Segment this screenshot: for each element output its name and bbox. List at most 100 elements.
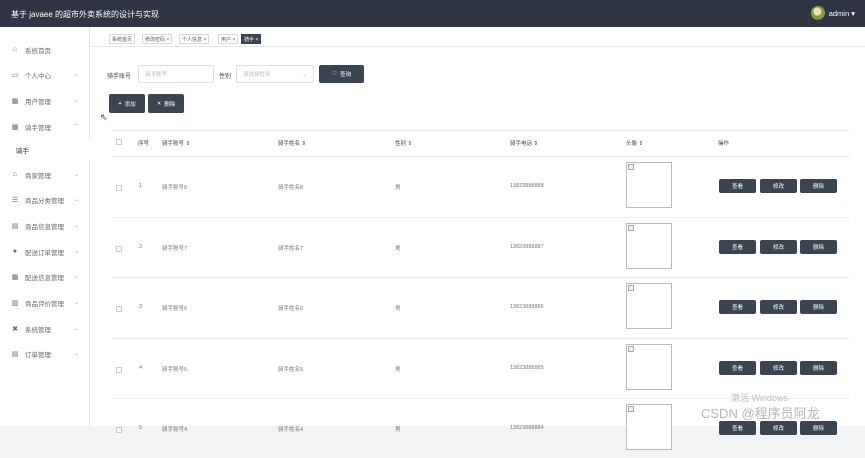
- sidebar-item-1[interactable]: ⌂ 系统首页: [0, 37, 90, 62]
- avatar[interactable]: [810, 6, 825, 20]
- header-avatar[interactable]: 头像 ⇕: [626, 139, 643, 147]
- edit-row-button[interactable]: 修改: [760, 360, 797, 375]
- edit-row-button[interactable]: 修改: [760, 300, 797, 314]
- sidebar-item-label: 用户管理: [25, 98, 51, 106]
- list-icon: ▤: [11, 222, 19, 230]
- row-phone: 13823888887: [510, 243, 544, 250]
- chevron-down-icon: ⌄: [74, 326, 80, 332]
- chevron-up-icon: ⌃: [74, 124, 80, 130]
- tab-2[interactable]: 修改密码 ×: [142, 34, 173, 44]
- sidebar-item-4[interactable]: ▦ 骑手管理 ⌃: [0, 114, 90, 139]
- add-button[interactable]: + 添加: [109, 94, 145, 113]
- view-row-button[interactable]: 查看: [719, 421, 756, 435]
- delete-button[interactable]: ✕ 删除: [148, 94, 184, 113]
- add-button-label: 添加: [124, 101, 136, 108]
- row-gender: 男: [395, 185, 401, 191]
- delete-row-button[interactable]: 删除: [800, 179, 837, 193]
- tab-3[interactable]: 个人信息 ×: [179, 34, 210, 44]
- chevron-down-icon: ⌄: [74, 72, 80, 78]
- tags-bar: 系统首页 修改密码 × 个人信息 × 用户 × 骑手 ×: [90, 27, 865, 47]
- app-title: 基于 javaee 的超市外卖系统的设计与实现: [11, 10, 160, 19]
- user-name[interactable]: admin ▾: [829, 9, 855, 18]
- broken-image-icon: [628, 406, 634, 412]
- delete-row-button[interactable]: 删除: [800, 300, 837, 314]
- query-button[interactable]: ♡ 查询: [319, 65, 364, 83]
- location-icon: ●: [12, 248, 18, 255]
- account-search-input[interactable]: 骑手账号: [138, 65, 214, 83]
- row-checkbox[interactable]: [116, 245, 122, 252]
- sidebar-item-label: 系统管理: [25, 326, 51, 334]
- sidebar-item-label: 商品分类管理: [25, 197, 64, 205]
- sidebar: ⌂ 系统首页 ▭ 个人中心 ⌄ ▦ 用户管理 ⌄ ▦ 骑手管理 ⌃ ⌂ 商家管理 ⌄ ☰ 商品分类管理 ⌄ ▤ 商品…: [0, 27, 90, 426]
- tab-5[interactable]: 骑手 ×: [241, 34, 262, 44]
- header-gender[interactable]: 性别 ⇕: [395, 139, 412, 147]
- csdn-watermark: CSDN @程序员阿龙: [701, 406, 820, 421]
- sidebar-item-label: 配送信息管理: [25, 274, 64, 282]
- row-checkbox[interactable]: [116, 185, 122, 191]
- delete-row-button[interactable]: 删除: [800, 421, 837, 435]
- row-name: 骑手姓名7: [278, 245, 304, 252]
- delete-row-button[interactable]: 删除: [800, 360, 837, 375]
- broken-image-icon: [628, 345, 634, 352]
- header-account[interactable]: 骑手账号 ⇕: [162, 139, 190, 147]
- grid-icon: ▦: [11, 97, 19, 105]
- sidebar-item-11[interactable]: ✖ 系统管理 ⌄: [0, 316, 90, 341]
- row-phone: 13823888885: [510, 364, 544, 371]
- sidebar-item-5[interactable]: ⌂ 商家管理 ⌄: [0, 162, 90, 187]
- user-menu[interactable]: admin ▾: [810, 6, 855, 20]
- tab-1[interactable]: 系统首页: [109, 34, 136, 44]
- sidebar-item-3[interactable]: ▦ 用户管理 ⌄: [0, 88, 90, 113]
- view-row-button[interactable]: 查看: [719, 300, 756, 314]
- mouse-cursor-icon: ⇖: [100, 112, 108, 122]
- gender-select[interactable]: 请选择性别 ⌄: [236, 65, 314, 83]
- table-row: 4 骑手账号5 骑手姓名5 男 13823888885 查看 修改 删除: [112, 337, 850, 398]
- header-name[interactable]: 骑手姓名 ⇕: [278, 139, 306, 147]
- view-row-button[interactable]: 查看: [719, 179, 756, 193]
- row-index: 2: [139, 243, 143, 250]
- delete-row-button[interactable]: 删除: [800, 239, 837, 254]
- chevron-down-icon: ⌄: [74, 274, 80, 280]
- row-checkbox[interactable]: [116, 366, 122, 373]
- list-icon: ☰: [11, 196, 19, 204]
- tab-4[interactable]: 用户 ×: [218, 34, 239, 44]
- document-icon: ▤: [11, 350, 19, 358]
- row-checkbox[interactable]: [116, 306, 122, 312]
- header-phone[interactable]: 骑手电话 ⇕: [510, 139, 538, 147]
- row-index: 4: [139, 364, 143, 371]
- sidebar-item-2[interactable]: ▭ 个人中心 ⌄: [0, 62, 90, 87]
- row-account: 骑手账号8: [162, 185, 188, 191]
- chevron-down-icon: ⌄: [74, 351, 80, 357]
- sidebar-item-label: 系统首页: [25, 47, 51, 55]
- row-account: 骑手账号7: [162, 245, 188, 252]
- row-gender: 男: [395, 245, 401, 252]
- sidebar-item-label: 配送订单管理: [25, 249, 64, 257]
- gender-placeholder: 请选择性别: [243, 72, 271, 78]
- broken-image-icon: [628, 285, 634, 291]
- edit-row-button[interactable]: 修改: [760, 421, 797, 435]
- heart-icon: ♡: [332, 71, 337, 77]
- view-row-button[interactable]: 查看: [719, 360, 756, 375]
- grid-icon: ▦: [11, 123, 19, 131]
- sidebar-item-9[interactable]: ▦ 配送信息管理 ⌄: [0, 264, 90, 289]
- view-row-button[interactable]: 查看: [719, 239, 756, 254]
- row-index: 1: [139, 183, 143, 189]
- store-icon: ⌂: [12, 171, 18, 178]
- sidebar-item-10[interactable]: ▥ 商品评价管理 ⌄: [0, 290, 90, 315]
- row-account: 骑手账号4: [162, 427, 188, 433]
- sidebar-subitem-label: 骑手: [16, 148, 29, 155]
- sidebar-item-6[interactable]: ☰ 商品分类管理 ⌄: [0, 187, 90, 212]
- broken-image-icon: [628, 224, 634, 231]
- select-all-checkbox[interactable]: [116, 139, 122, 145]
- sidebar-item-8[interactable]: ● 配送订单管理 ⌄: [0, 239, 90, 264]
- edit-row-button[interactable]: 修改: [760, 179, 797, 193]
- sidebar-item-7[interactable]: ▤ 商品信息管理 ⌄: [0, 213, 90, 238]
- row-phone: 13823888886: [510, 304, 544, 310]
- edit-row-button[interactable]: 修改: [760, 239, 797, 254]
- sidebar-item-12[interactable]: ▤ 订单管理 ⌄: [0, 341, 90, 366]
- row-gender: 男: [395, 306, 401, 312]
- query-button-label: 查询: [339, 72, 351, 78]
- row-checkbox[interactable]: [116, 427, 122, 433]
- settings-icon: ✖: [12, 325, 18, 333]
- sidebar-subitem-rider[interactable]: 骑手: [0, 140, 90, 160]
- row-gender: 男: [395, 366, 401, 373]
